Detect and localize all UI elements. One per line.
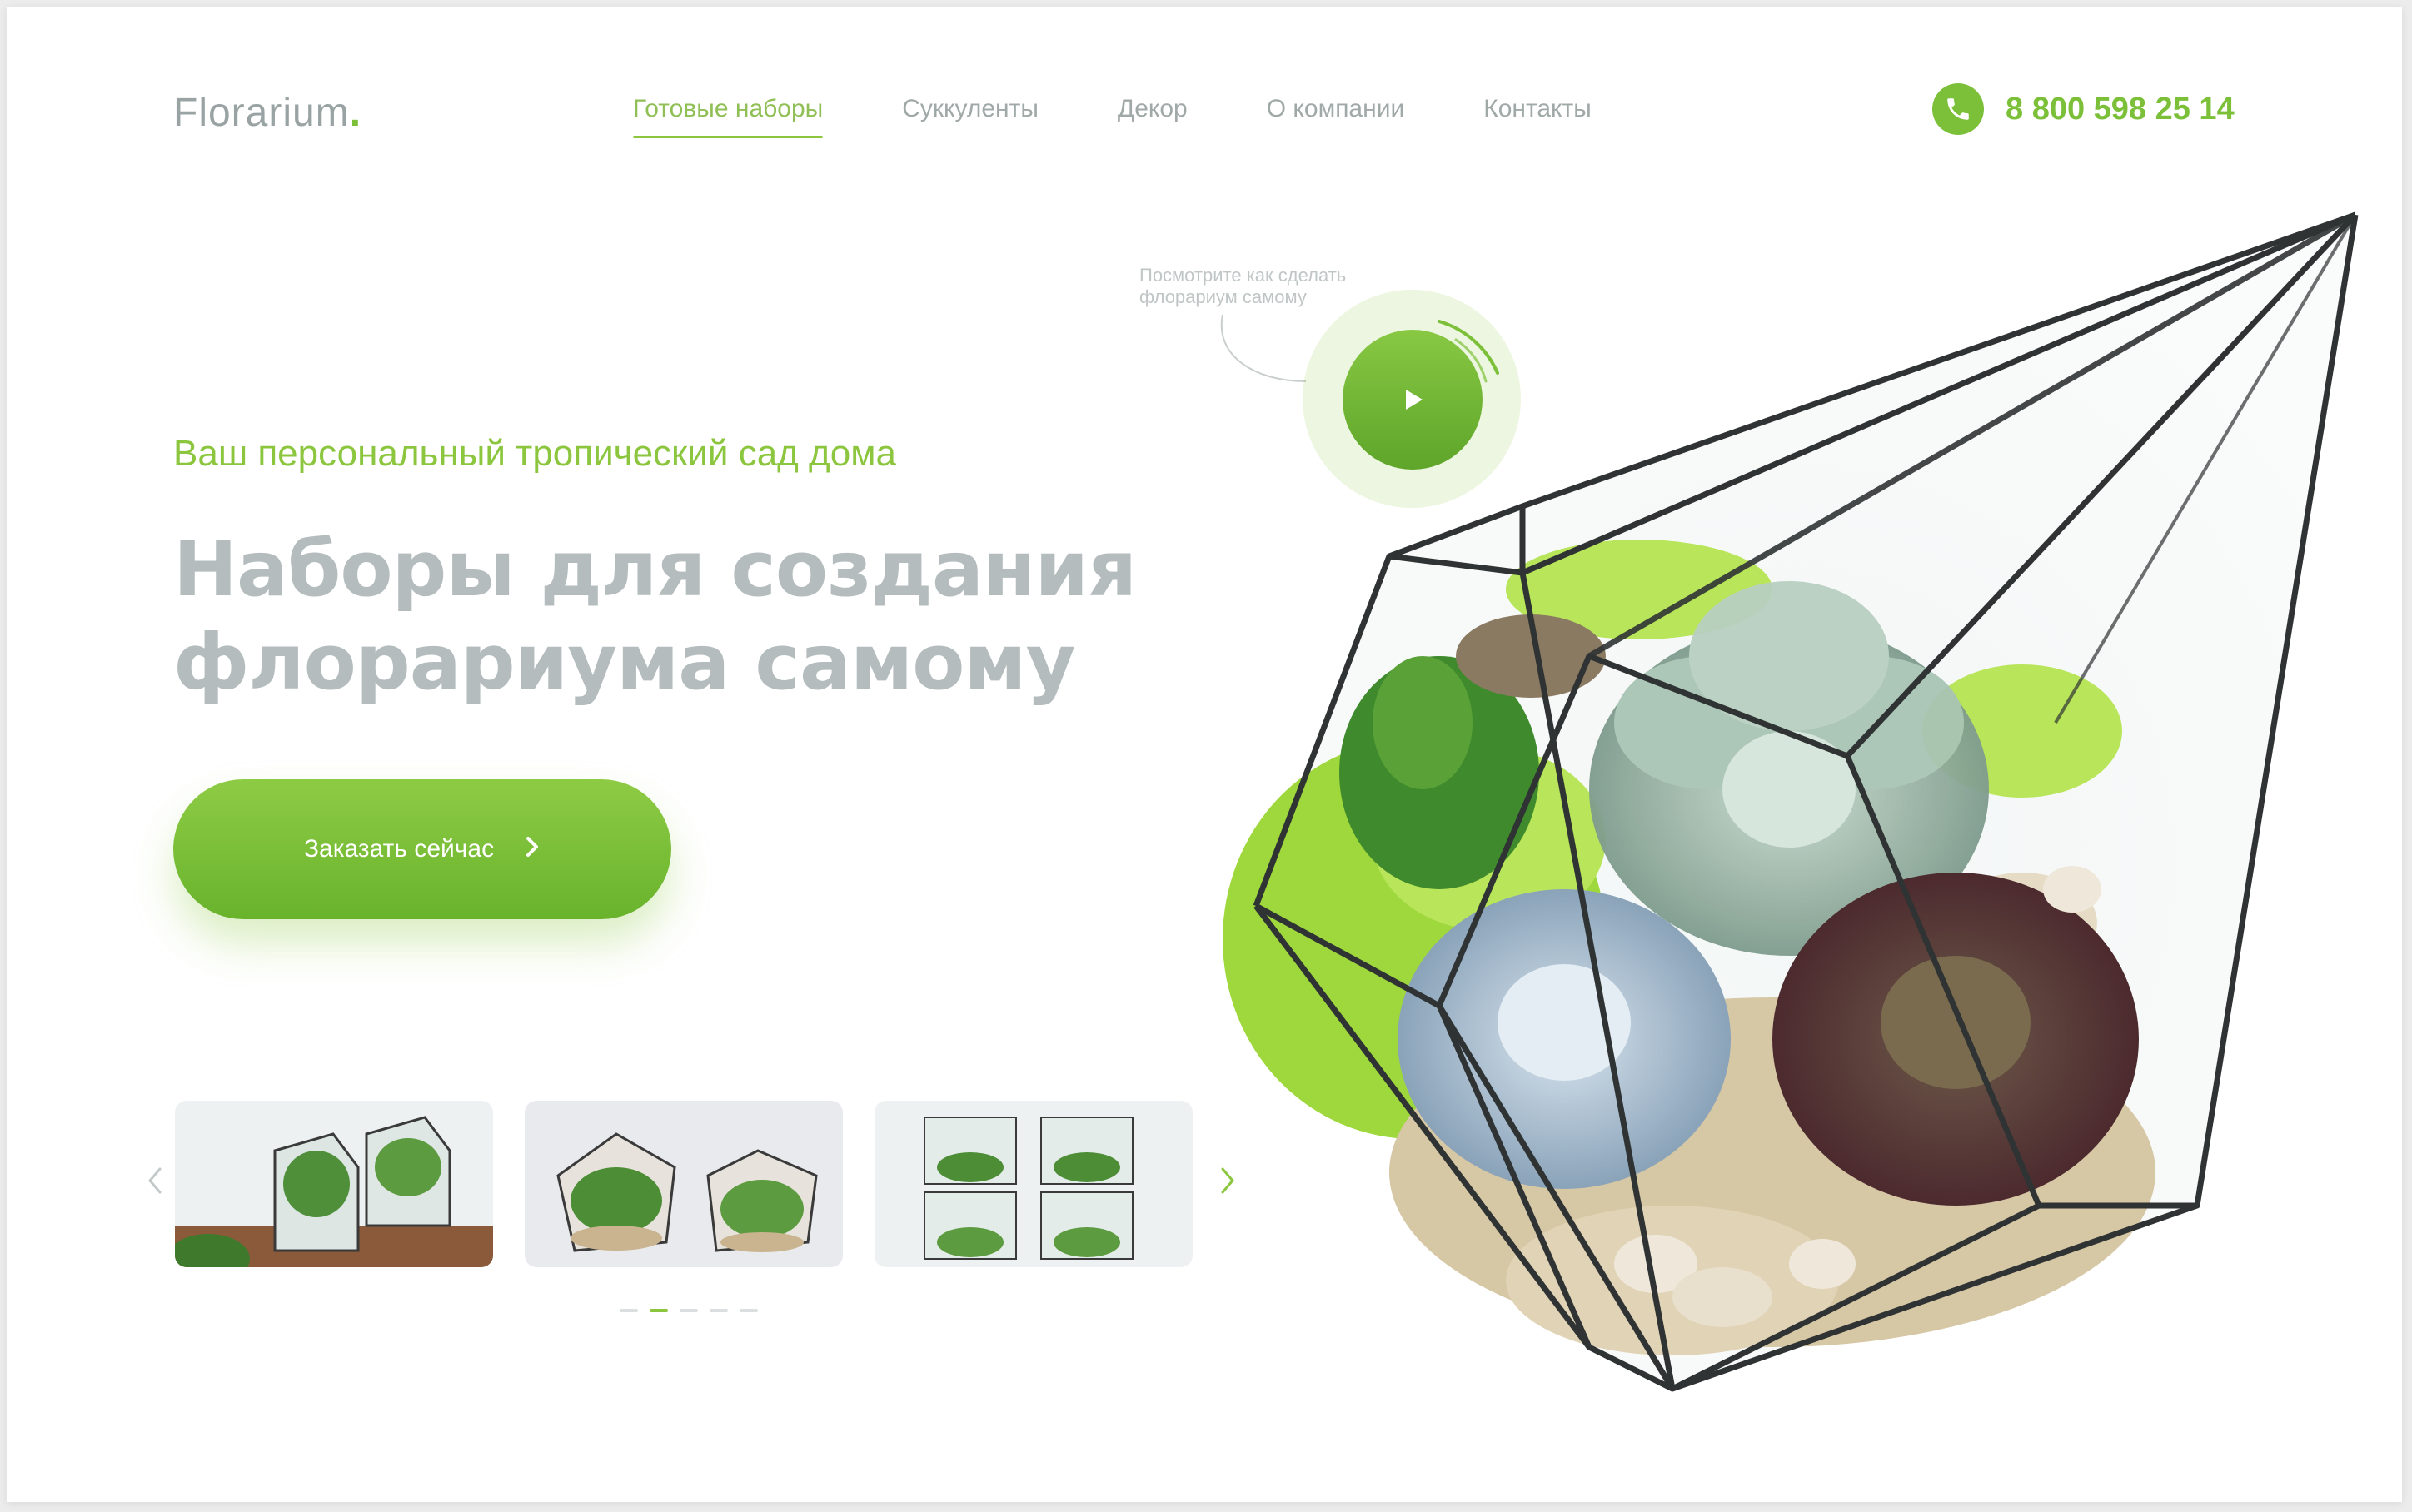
play-video-button[interactable] <box>1343 330 1483 470</box>
play-icon <box>1406 390 1423 410</box>
carousel-dots <box>620 1309 758 1312</box>
carousel-dot-1[interactable] <box>620 1309 638 1312</box>
carousel-thumb-3[interactable] <box>875 1101 1193 1267</box>
logo-dot: . <box>349 91 362 135</box>
chevron-left-icon <box>148 1167 162 1194</box>
nav-item-contacts[interactable]: Контакты <box>1483 95 1592 123</box>
carousel-thumb-1[interactable] <box>175 1101 493 1267</box>
phone-number: 8 800 598 25 14 <box>2006 91 2235 127</box>
nav-item-ready-kits[interactable]: Готовые наборы <box>633 95 824 138</box>
carousel-dot-3[interactable] <box>680 1309 698 1312</box>
main-nav: Готовые наборы Суккуленты Декор О компан… <box>633 95 1592 138</box>
order-now-button[interactable]: Заказать сейчас <box>173 779 671 919</box>
order-now-label: Заказать сейчас <box>303 835 495 863</box>
carousel-dot-5[interactable] <box>740 1309 758 1312</box>
carousel-next-button[interactable] <box>1218 1166 1236 1204</box>
page-frame: Florarium. Готовые наборы Суккуленты Дек… <box>7 7 2402 1502</box>
chevron-right-icon <box>1221 1167 1234 1194</box>
carousel-thumb-2[interactable] <box>525 1101 843 1267</box>
nav-item-about[interactable]: О компании <box>1267 95 1404 123</box>
nav-item-succulents[interactable]: Суккуленты <box>902 95 1039 123</box>
carousel-prev-button[interactable] <box>147 1166 165 1204</box>
hero-subtitle: Ваш персональный тропический сад дома <box>173 433 896 474</box>
hero-title-line-1: Наборы для создания <box>173 525 1137 614</box>
hero-title-line-2: флорариума самому <box>173 618 1076 707</box>
phone-link[interactable]: 8 800 598 25 14 <box>1932 83 2235 135</box>
chevron-right-icon <box>524 835 541 863</box>
logo-text: Florarium <box>173 91 350 135</box>
phone-icon <box>1932 83 1984 135</box>
hero-title: Наборы для создания флорариума самому <box>173 523 1173 709</box>
logo[interactable]: Florarium. <box>173 90 361 136</box>
carousel-dot-4[interactable] <box>710 1309 728 1312</box>
nav-item-decor[interactable]: Декор <box>1118 95 1188 123</box>
carousel-dot-2[interactable] <box>650 1309 668 1312</box>
